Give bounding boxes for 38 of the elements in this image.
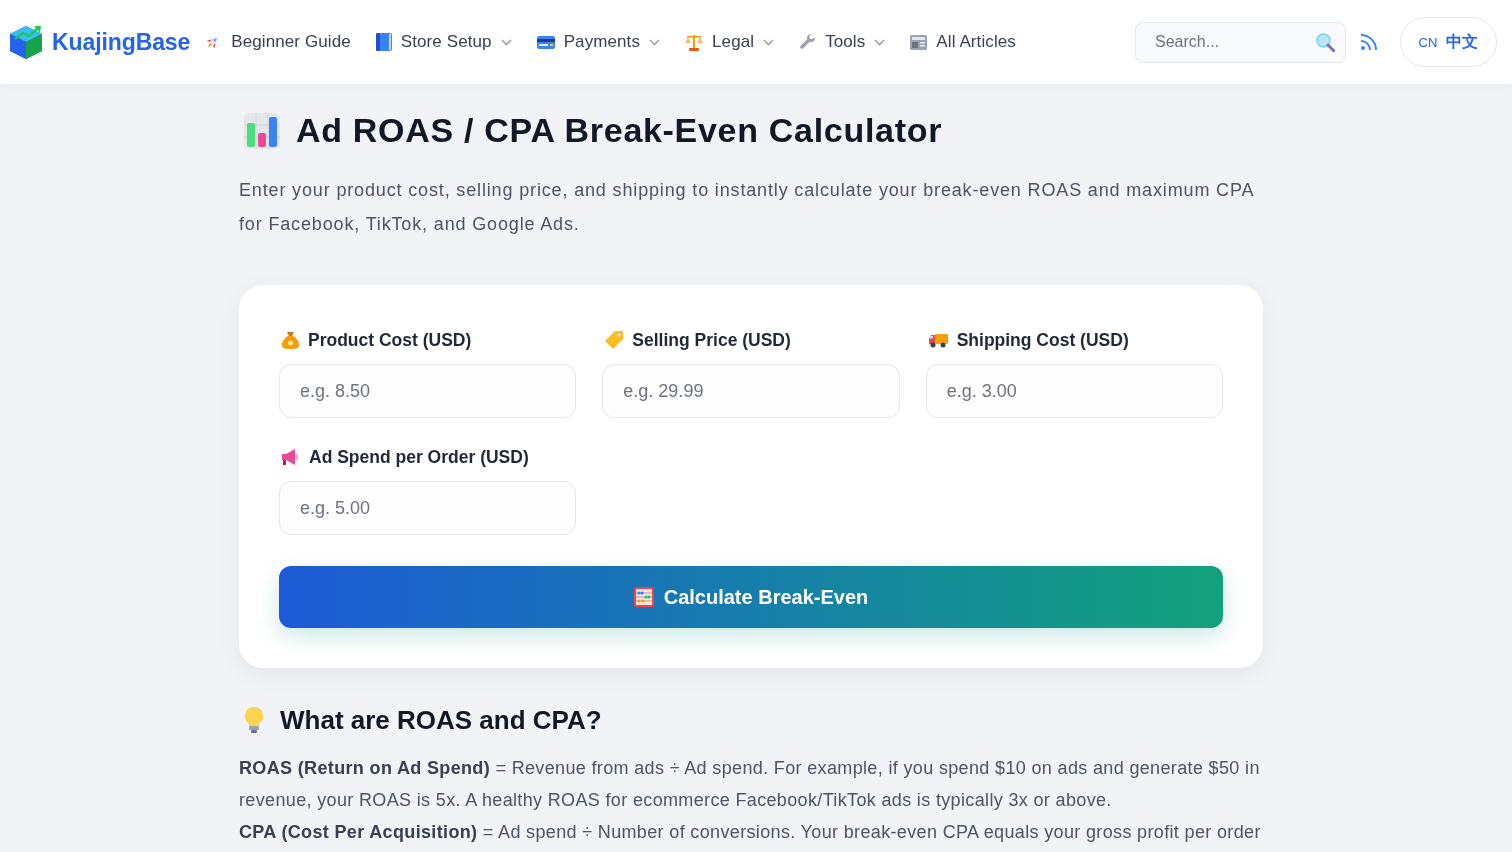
input-field[interactable]: e.g. 8.50 [279, 364, 577, 418]
nav-link[interactable]: Beginner Guide [204, 32, 351, 52]
abacus-icon [633, 587, 654, 607]
language-button[interactable]: CN 中文 [1400, 17, 1497, 67]
page-description: Enter your product cost, selling price, and shipping to instantly calculate your break-even ROAS and maximum CPA for Facebook, TikTok, and Google Ads. [239, 179, 1255, 236]
light-bulb-icon [244, 707, 264, 733]
search-field[interactable]: Search... [1135, 21, 1346, 63]
cube-logo-icon [7, 23, 45, 61]
input-field[interactable]: e.g. 29.99 [602, 364, 900, 418]
calculate-button[interactable]: Calculate Break-Even [279, 566, 1223, 628]
money-bag-icon [282, 331, 299, 349]
nav-link[interactable]: Legal [685, 32, 775, 52]
wrench-icon [799, 33, 817, 51]
tag-icon [605, 331, 624, 349]
field-label: Ad Spend per Order (USD) [309, 446, 529, 468]
brand-link[interactable]: KuajingBase [7, 23, 191, 61]
rss-icon [1360, 33, 1378, 51]
megaphone-icon [282, 449, 300, 465]
input-field[interactable]: e.g. 3.00 [925, 364, 1223, 418]
paragraph: ROAS (Return on Ad Spend) = Revenue from ads ÷ Ad spend. For example, if you spend $10 on ads and generate $50 in revenue, your ROAS is 5x. A healthy ROAS for ecommerce Facebook/TikTok ads is typically 3x or above. [239, 757, 1261, 812]
nav-link[interactable]: Tools [799, 32, 886, 52]
field-label: Selling Price (USD) [632, 329, 791, 351]
section-heading: What are ROAS and CPA? [280, 704, 602, 736]
nav-link[interactable]: All Articles [910, 32, 1016, 52]
field-label: Shipping Cost (USD) [956, 329, 1129, 351]
book-icon [375, 33, 392, 51]
input-field[interactable]: e.g. 5.00 [279, 481, 577, 535]
search-icon [1316, 32, 1335, 52]
newspaper-icon [910, 34, 928, 50]
paragraph: CPA (Cost Per Acquisition) = Ad spend ÷ Number of conversions. Your break-even CPA equals your gross profit per order [239, 821, 1262, 844]
nav-link[interactable]: Payments [536, 32, 661, 52]
credit-card-icon [536, 35, 555, 49]
bar-chart-icon [244, 112, 280, 149]
nav-link[interactable]: Store Setup [375, 32, 512, 52]
truck-icon [928, 332, 948, 348]
field-label: Product Cost (USD) [308, 329, 472, 351]
scales-icon [685, 33, 704, 51]
page-title: Ad ROAS / CPA Break-Even Calculator [296, 110, 943, 151]
